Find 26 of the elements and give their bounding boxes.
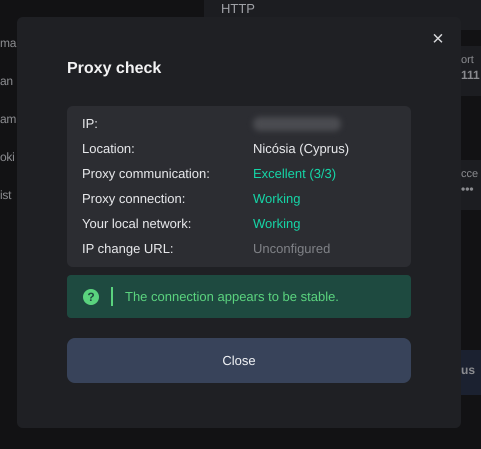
info-value: Unconfigured (253, 240, 330, 258)
close-button[interactable]: Close (67, 338, 411, 383)
info-label: Proxy communication: (82, 165, 211, 183)
menu-item-text: an (0, 74, 14, 89)
dialog-title: Proxy check (67, 59, 162, 79)
help-icon: ? (83, 288, 99, 304)
info-label: IP change URL: (82, 240, 175, 258)
info-value: Working (253, 190, 300, 208)
port-value: 111 (461, 69, 481, 82)
notice-text: The connection appears to be stable. (125, 289, 339, 304)
menu-item-text: oki (0, 150, 16, 165)
info-value: Working (253, 215, 300, 233)
port-label: ort (461, 54, 475, 67)
access-label: cce (461, 168, 480, 181)
info-value: Nicósia (Cyprus) (253, 140, 350, 158)
menu-item-text: ma (0, 36, 17, 51)
info-label: Proxy connection: (82, 190, 186, 208)
protocol-value: HTTP (221, 2, 256, 16)
info-label: IP: (82, 115, 99, 133)
menu-item-text: ist (0, 188, 12, 203)
password-dots: ••• (461, 183, 475, 196)
info-label: Your local network: (82, 215, 192, 233)
button-text: us (461, 364, 476, 377)
menu-item-text: am (0, 112, 17, 127)
info-value: Excellent (3/3) (253, 165, 336, 183)
info-label: Location: (82, 140, 136, 158)
